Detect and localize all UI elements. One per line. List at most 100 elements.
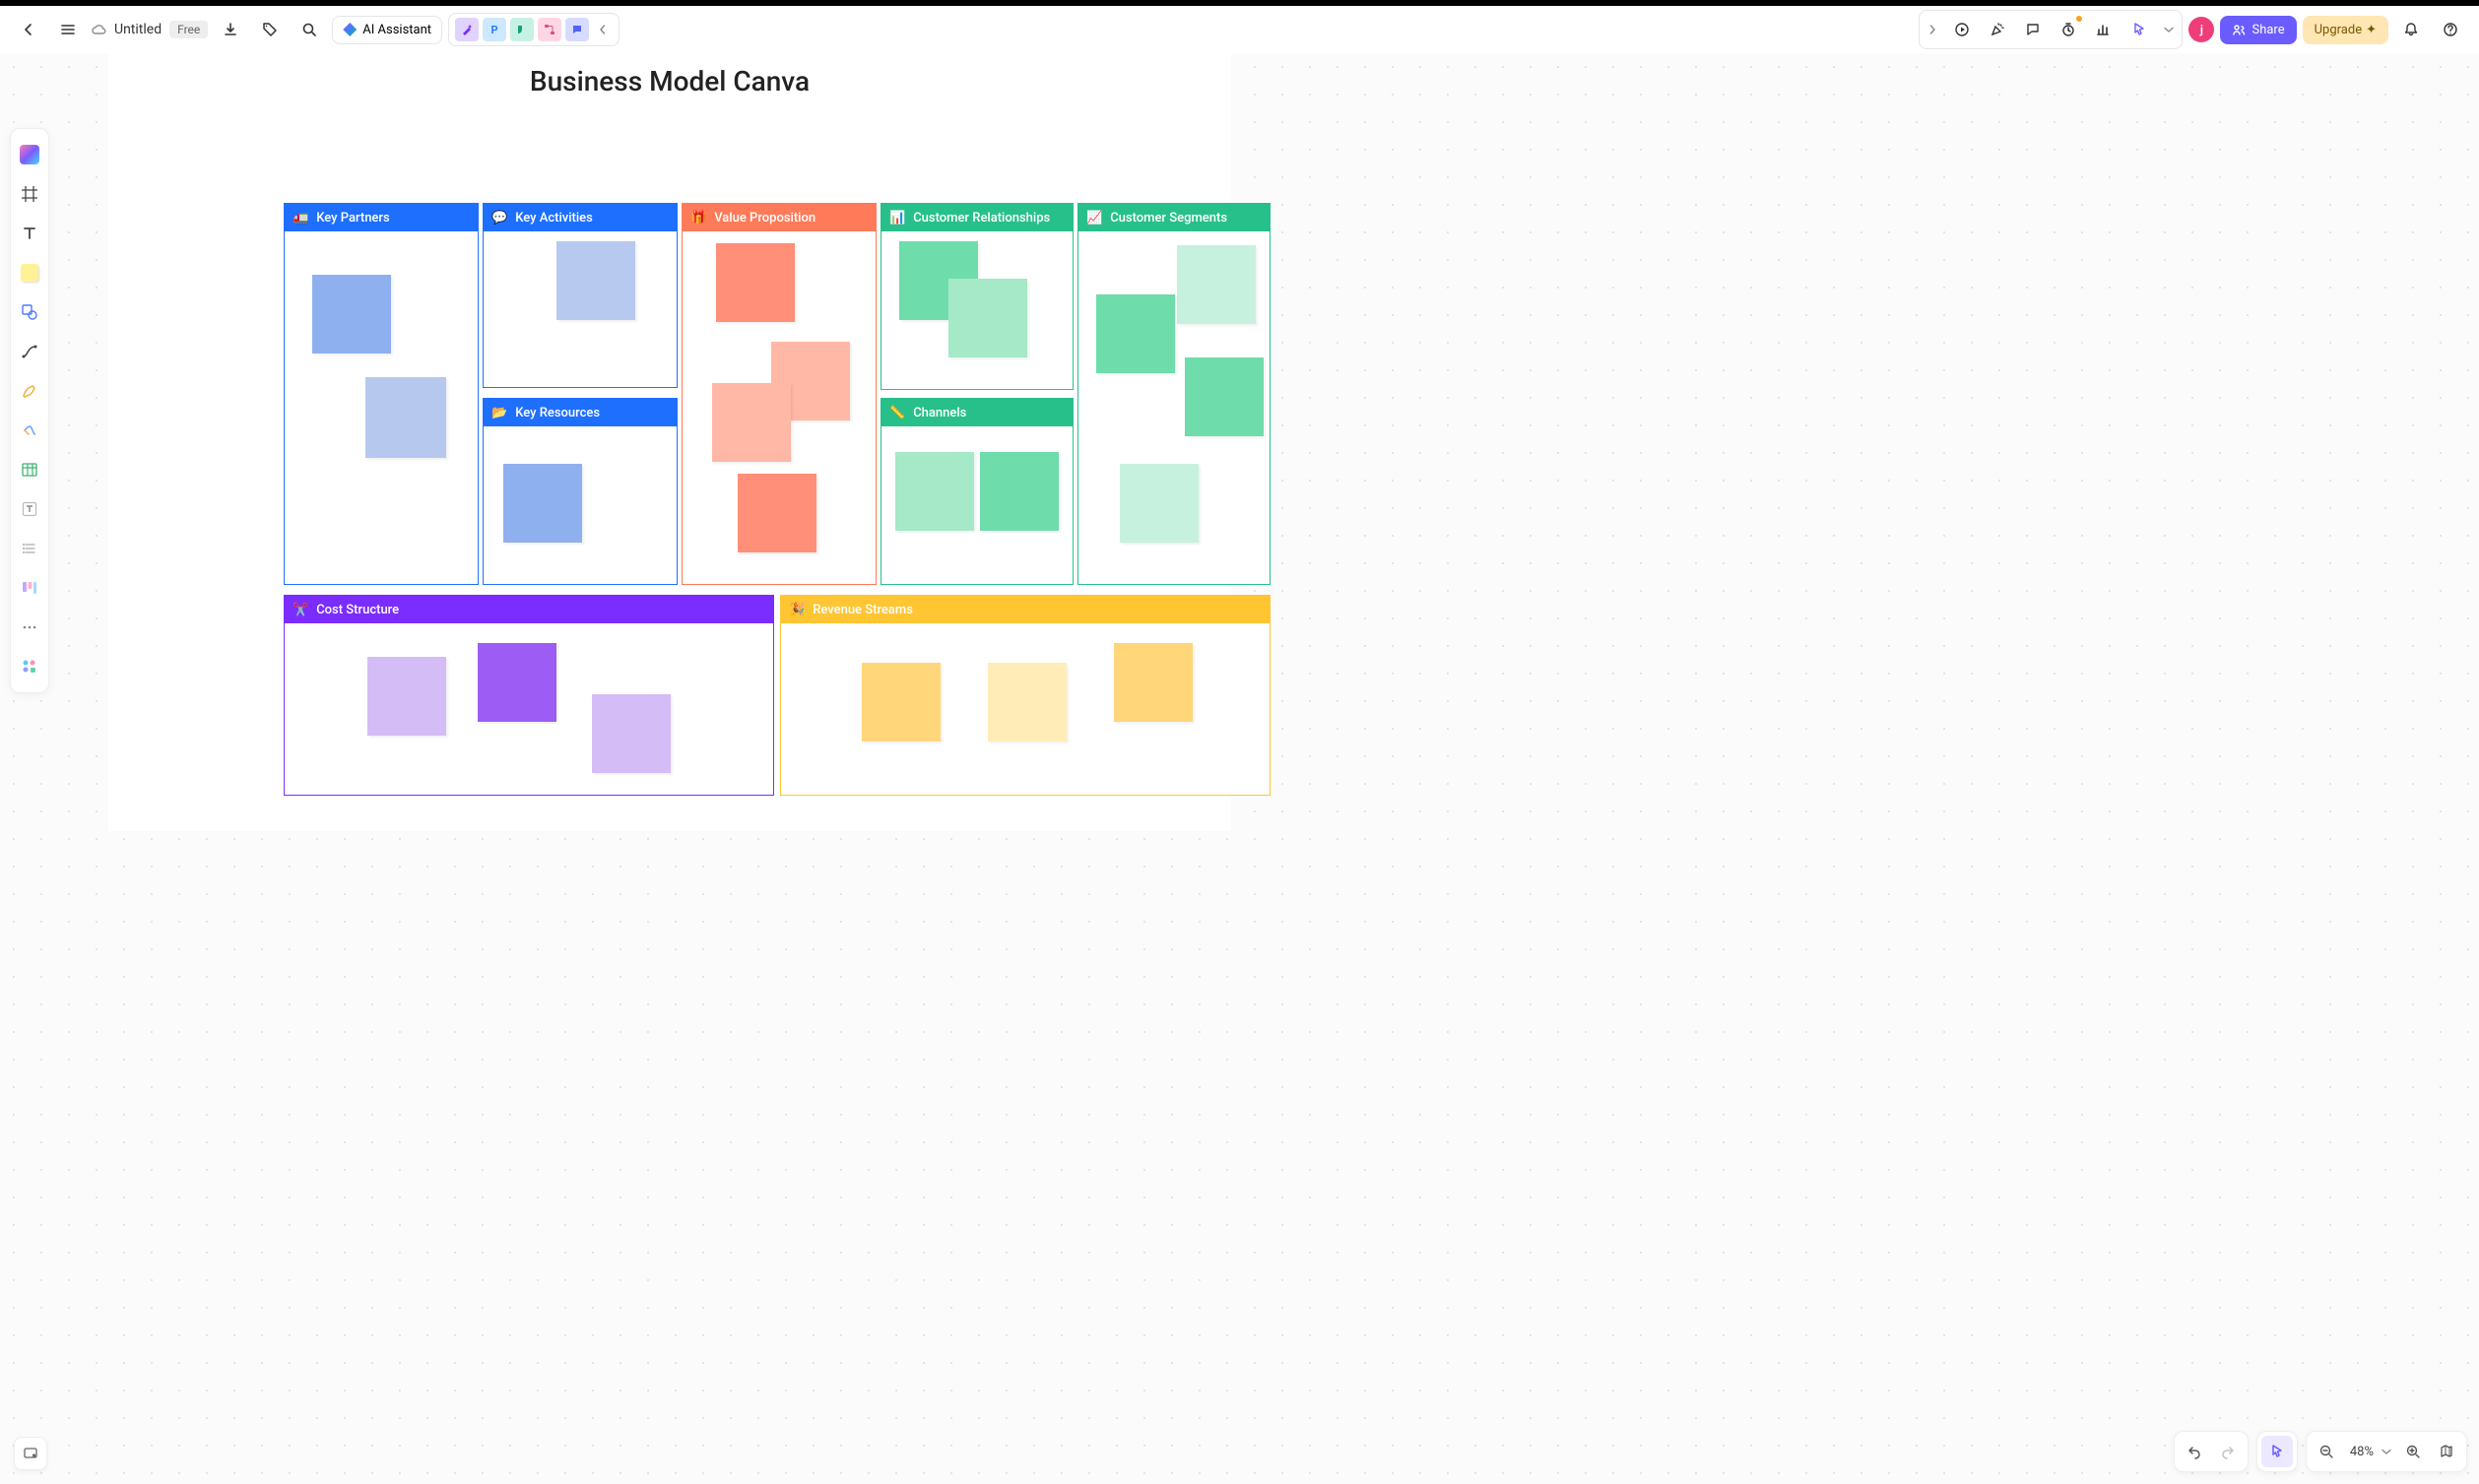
back-button[interactable] (12, 13, 45, 46)
tool-logo[interactable] (14, 137, 45, 172)
sticky-note[interactable] (367, 657, 446, 736)
section-key-activities[interactable]: 💬Key Activities (483, 203, 678, 388)
sticky-note[interactable] (862, 663, 941, 742)
section-cost-structure[interactable]: ✂️Cost Structure (284, 595, 774, 796)
sticky-note[interactable] (1096, 294, 1175, 373)
board-title[interactable]: Business Model Canva (108, 65, 1231, 97)
cursor-tool-button[interactable] (2122, 13, 2156, 46)
sticky-note[interactable] (1120, 464, 1199, 543)
tool-textblock[interactable] (14, 491, 45, 527)
collab-chip-3[interactable] (538, 18, 561, 41)
canvas[interactable]: Business Model Canva 🚛Key Partners💬Key A… (0, 53, 2479, 1484)
zoom-in-button[interactable] (2397, 1436, 2429, 1467)
download-button[interactable] (214, 13, 247, 46)
section-header[interactable]: 📊Customer Relationships (881, 204, 1073, 231)
section-body[interactable] (1078, 231, 1270, 584)
search-button[interactable] (293, 13, 326, 46)
tag-button[interactable] (253, 13, 287, 46)
section-header[interactable]: 💬Key Activities (484, 204, 677, 231)
collab-chip-1[interactable]: P (483, 18, 506, 41)
section-body[interactable] (683, 231, 876, 584)
section-header[interactable]: ✂️Cost Structure (285, 596, 773, 623)
tool-text[interactable] (14, 216, 45, 251)
sticky-note[interactable] (312, 275, 391, 354)
minimap-button[interactable] (2431, 1436, 2462, 1467)
layers-button[interactable] (14, 1437, 47, 1470)
section-key-partners[interactable]: 🚛Key Partners (284, 203, 479, 585)
sticky-note[interactable] (988, 663, 1067, 742)
tool-shape[interactable] (14, 294, 45, 330)
collab-chip-4[interactable] (565, 18, 589, 41)
section-header[interactable]: 🚛Key Partners (285, 204, 478, 231)
doc-title-group[interactable]: Untitled Free (91, 21, 208, 38)
tool-sticky[interactable] (14, 255, 45, 290)
tool-apps[interactable] (14, 649, 45, 684)
section-customer-segments[interactable]: 📈Customer Segments (1077, 203, 1271, 585)
upgrade-button[interactable]: Upgrade ✦ (2303, 16, 2388, 44)
sticky-note[interactable] (1114, 643, 1193, 722)
section-header[interactable]: 🎁Value Proposition (683, 204, 876, 231)
comment-button[interactable] (2016, 13, 2050, 46)
sticky-note[interactable] (503, 464, 582, 543)
section-channels[interactable]: 📏Channels (881, 398, 1074, 585)
sticky-note[interactable] (365, 377, 446, 458)
section-revenue-streams[interactable]: 🎉Revenue Streams (780, 595, 1271, 796)
notifications-button[interactable] (2394, 13, 2428, 46)
tool-frame[interactable] (14, 176, 45, 212)
section-customer-relationships[interactable]: 📊Customer Relationships (881, 203, 1074, 390)
sticky-note[interactable] (738, 474, 816, 552)
section-body[interactable] (781, 623, 1270, 795)
section-body[interactable] (484, 231, 677, 387)
section-value-proposition[interactable]: 🎁Value Proposition (682, 203, 877, 585)
celebrate-button[interactable] (1981, 13, 2014, 46)
undo-button[interactable] (2179, 1436, 2210, 1467)
sticky-note[interactable] (592, 694, 671, 773)
sticky-note[interactable] (712, 383, 791, 462)
sticky-note[interactable] (478, 643, 556, 722)
tool-table[interactable] (14, 452, 45, 487)
tool-pen[interactable] (14, 373, 45, 409)
share-button[interactable]: Share (2220, 16, 2296, 44)
present-button[interactable] (1945, 13, 1979, 46)
zoom-out-button[interactable] (2311, 1436, 2342, 1467)
section-body[interactable] (285, 623, 773, 795)
sticky-note[interactable] (948, 279, 1027, 357)
collab-collapse-button[interactable] (593, 18, 613, 41)
timer-button[interactable] (2052, 13, 2085, 46)
section-body[interactable] (881, 426, 1073, 584)
sticky-note[interactable] (1177, 245, 1256, 324)
tool-connector[interactable] (14, 334, 45, 369)
sticky-note[interactable] (895, 452, 974, 531)
section-body[interactable] (484, 426, 677, 584)
section-header[interactable]: 📏Channels (881, 399, 1073, 426)
section-body[interactable] (881, 231, 1073, 389)
section-header[interactable]: 📈Customer Segments (1078, 204, 1270, 231)
section-body[interactable] (285, 231, 478, 584)
hamburger-icon (60, 22, 76, 37)
section-header[interactable]: 🎉Revenue Streams (781, 596, 1270, 623)
avatar[interactable]: j (2188, 17, 2214, 42)
sticky-note[interactable] (716, 243, 795, 322)
sticky-note[interactable] (1185, 357, 1264, 436)
collab-chip-2[interactable] (510, 18, 534, 41)
pointer-mode-button[interactable] (2261, 1436, 2293, 1467)
tool-more[interactable] (14, 610, 45, 645)
tool-mindmap[interactable] (14, 413, 45, 448)
section-header[interactable]: 📂Key Resources (484, 399, 677, 426)
doc-title[interactable]: Untitled (114, 22, 162, 37)
sticky-note[interactable] (556, 241, 635, 320)
tool-kanban[interactable] (14, 570, 45, 606)
board-frame[interactable]: Business Model Canva 🚛Key Partners💬Key A… (108, 53, 1231, 831)
collab-chip-0[interactable] (455, 18, 479, 41)
view-expand-button[interactable] (1922, 13, 1943, 46)
ai-assistant-button[interactable]: AI Assistant (332, 16, 442, 44)
vote-button[interactable] (2087, 13, 2120, 46)
zoom-level[interactable]: 48% (2344, 1445, 2380, 1459)
redo-button[interactable] (2212, 1436, 2244, 1467)
section-key-resources[interactable]: 📂Key Resources (483, 398, 678, 585)
sticky-note[interactable] (980, 452, 1059, 531)
menu-button[interactable] (51, 13, 85, 46)
view-tools-more[interactable] (2158, 13, 2180, 46)
tool-list[interactable] (14, 531, 45, 566)
help-button[interactable] (2434, 13, 2467, 46)
